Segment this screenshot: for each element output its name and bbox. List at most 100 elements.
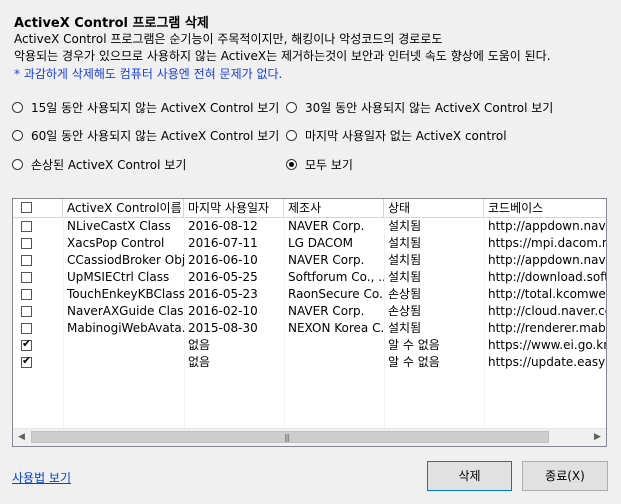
radio-unused-60-days[interactable]: 60일 동안 사용되지 않는 ActiveX Control 보기 [12, 127, 279, 144]
header-status[interactable]: 상태 [384, 199, 484, 217]
cell-name: NLiveCastX Class [67, 219, 171, 233]
activex-list[interactable]: ActiveX Control이름 마지막 사용일자 제조사 상태 코드베이스 … [12, 198, 607, 447]
cell-vendor: NAVER Corp. [288, 253, 365, 267]
cell-last-used: 2016-06-10 [188, 253, 258, 267]
cell-status: 설치됨 [388, 253, 422, 267]
radio-label: 모두 보기 [305, 158, 353, 172]
table-row[interactable]: TouchEnkeyKBClass 2016-05-23 RaonSecure Co… [13, 286, 606, 303]
cell-name: UpMSIECtrl Class [67, 270, 170, 284]
cell-status: 설치됨 [388, 219, 422, 233]
delete-button[interactable]: 삭제 [427, 461, 512, 491]
scroll-left-arrow-icon[interactable]: ◀ [13, 429, 30, 446]
radio-label: 60일 동안 사용되지 않는 ActiveX Control 보기 [31, 129, 280, 143]
row-checkbox[interactable] [21, 238, 32, 249]
usage-guide-link[interactable]: 사용법 보기 [12, 469, 71, 486]
cell-status: 설치됨 [388, 236, 422, 250]
cell-codebase: http://total.kcomwel.or.k [488, 287, 606, 301]
cell-name: TouchEnkeyKBClass [67, 287, 184, 301]
table-row[interactable]: 없음 알 수 없음 https://update.easykeyt [13, 354, 606, 371]
radio-indicator[interactable] [286, 102, 297, 113]
table-row[interactable]: NaverAXGuide Class 2016-02-10 NAVER Corp. 손… [13, 303, 606, 320]
scroll-thumb[interactable]: ||| [31, 431, 549, 443]
cell-last-used: 2016-02-10 [188, 304, 258, 318]
horizontal-scrollbar[interactable]: ◀ ||| ▶ [13, 428, 606, 446]
cell-last-used: 2016-05-23 [188, 287, 258, 301]
cell-codebase: http://cloud.naver.com/a [488, 304, 606, 318]
table-row[interactable]: UpMSIECtrl Class 2016-05-25 Softforum Co.,… [13, 269, 606, 286]
table-row[interactable]: 없음 알 수 없음 https://www.ei.go.kr/ei/ [13, 337, 606, 354]
row-checkbox[interactable] [21, 221, 32, 232]
header-name[interactable]: ActiveX Control이름 [63, 199, 184, 217]
cell-vendor: LG DACOM [288, 236, 354, 250]
row-checkbox[interactable] [21, 354, 32, 368]
cell-vendor: NEXON Korea C... [288, 321, 384, 335]
row-checkbox[interactable] [21, 289, 32, 300]
cell-codebase: https://update.easykeyt [488, 355, 606, 369]
description-line-1: ActiveX Control 프로그램은 순기능이 주목적이지만, 해킹이나 … [14, 32, 443, 46]
cell-name: MabinogiWebAvata... [67, 321, 184, 335]
radio-damaged[interactable]: 손상된 ActiveX Control 보기 [12, 156, 186, 173]
radio-indicator[interactable] [12, 102, 23, 113]
cell-last-used: 2016-07-11 [188, 236, 258, 250]
cell-name: XacsPop Control [67, 236, 165, 250]
radio-indicator[interactable] [286, 130, 297, 141]
table-row[interactable]: NLiveCastX Class 2016-08-12 NAVER Corp. 설치됨… [13, 218, 606, 235]
cell-vendor [284, 354, 384, 371]
cell-status: 알 수 없음 [388, 355, 440, 369]
table-row[interactable]: CCassiodBroker Obj... 2016-06-10 NAVER Cor… [13, 252, 606, 269]
list-header: ActiveX Control이름 마지막 사용일자 제조사 상태 코드베이스 [13, 199, 606, 218]
cell-name: NaverAXGuide Class [67, 304, 184, 318]
dialog-title: ActiveX Control 프로그램 삭제 [14, 16, 209, 31]
cell-name [63, 337, 184, 354]
header-vendor[interactable]: 제조사 [284, 199, 384, 217]
radio-show-all[interactable]: 모두 보기 [286, 156, 353, 173]
header-codebase[interactable]: 코드베이스 [484, 199, 606, 217]
row-checkbox[interactable] [21, 337, 32, 351]
close-button[interactable]: 종료(X) [522, 461, 608, 491]
row-checkbox[interactable] [21, 306, 32, 317]
cell-last-used: 없음 [188, 355, 211, 369]
cell-status: 손상됨 [388, 287, 422, 301]
radio-label: 30일 동안 사용되지 않는 ActiveX Control 보기 [305, 101, 554, 115]
radio-unused-30-days[interactable]: 30일 동안 사용되지 않는 ActiveX Control 보기 [286, 99, 553, 116]
cell-last-used: 2016-05-25 [188, 270, 258, 284]
radio-indicator[interactable] [286, 159, 297, 170]
grip-icon: ||| [284, 433, 290, 442]
select-all-checkbox[interactable] [21, 202, 32, 213]
cell-name: CCassiodBroker Obj... [67, 253, 184, 267]
cell-name [63, 354, 184, 371]
cell-vendor: RaonSecure Co.... [288, 287, 384, 301]
cell-vendor [284, 337, 384, 354]
cell-codebase: http://appdown.naver.c [488, 253, 606, 267]
cell-codebase: http://download.softfor [488, 270, 606, 284]
cell-status: 설치됨 [388, 270, 422, 284]
table-row[interactable]: MabinogiWebAvata... 2015-08-30 NEXON Korea… [13, 320, 606, 337]
radio-label: 마지막 사용일자 없는 ActiveX control [305, 129, 507, 143]
table-row[interactable]: XacsPop Control 2016-07-11 LG DACOM 설치됨 http… [13, 235, 606, 252]
header-checkbox-cell[interactable] [13, 199, 63, 217]
radio-unused-15-days[interactable]: 15일 동안 사용되지 않는 ActiveX Control 보기 [12, 99, 279, 116]
cell-vendor: NAVER Corp. [288, 219, 365, 233]
radio-label: 손상된 ActiveX Control 보기 [31, 158, 187, 172]
cell-status: 손상됨 [388, 304, 422, 318]
row-checkbox[interactable] [21, 323, 32, 334]
radio-label: 15일 동안 사용되지 않는 ActiveX Control 보기 [31, 101, 280, 115]
cell-last-used: 2016-08-12 [188, 219, 258, 233]
cell-codebase: https://www.ei.go.kr/ei/ [488, 338, 606, 352]
cell-last-used: 없음 [188, 338, 211, 352]
cell-vendor: NAVER Corp. [288, 304, 365, 318]
header-last-used[interactable]: 마지막 사용일자 [184, 199, 284, 217]
scroll-right-arrow-icon[interactable]: ▶ [589, 429, 606, 446]
cell-codebase: https://mpi.dacom.net/X [488, 236, 606, 250]
radio-indicator[interactable] [12, 159, 23, 170]
description-line-2: 악용되는 경우가 있으므로 사용하지 않는 ActiveX는 제거하는것이 보안… [14, 49, 551, 63]
cell-vendor: Softforum Co., ... [288, 270, 384, 284]
cell-last-used: 2015-08-30 [188, 321, 258, 335]
radio-no-last-used-date[interactable]: 마지막 사용일자 없는 ActiveX control [286, 127, 507, 144]
row-checkbox[interactable] [21, 272, 32, 283]
row-checkbox[interactable] [21, 255, 32, 266]
radio-indicator[interactable] [12, 130, 23, 141]
cell-codebase: http://appdown.naver.c [488, 219, 606, 233]
cell-codebase: http://renderer.mabinog [488, 321, 606, 335]
note-text: * 과감하게 삭제해도 컴퓨터 사용엔 전혀 문제가 없다. [14, 67, 283, 81]
